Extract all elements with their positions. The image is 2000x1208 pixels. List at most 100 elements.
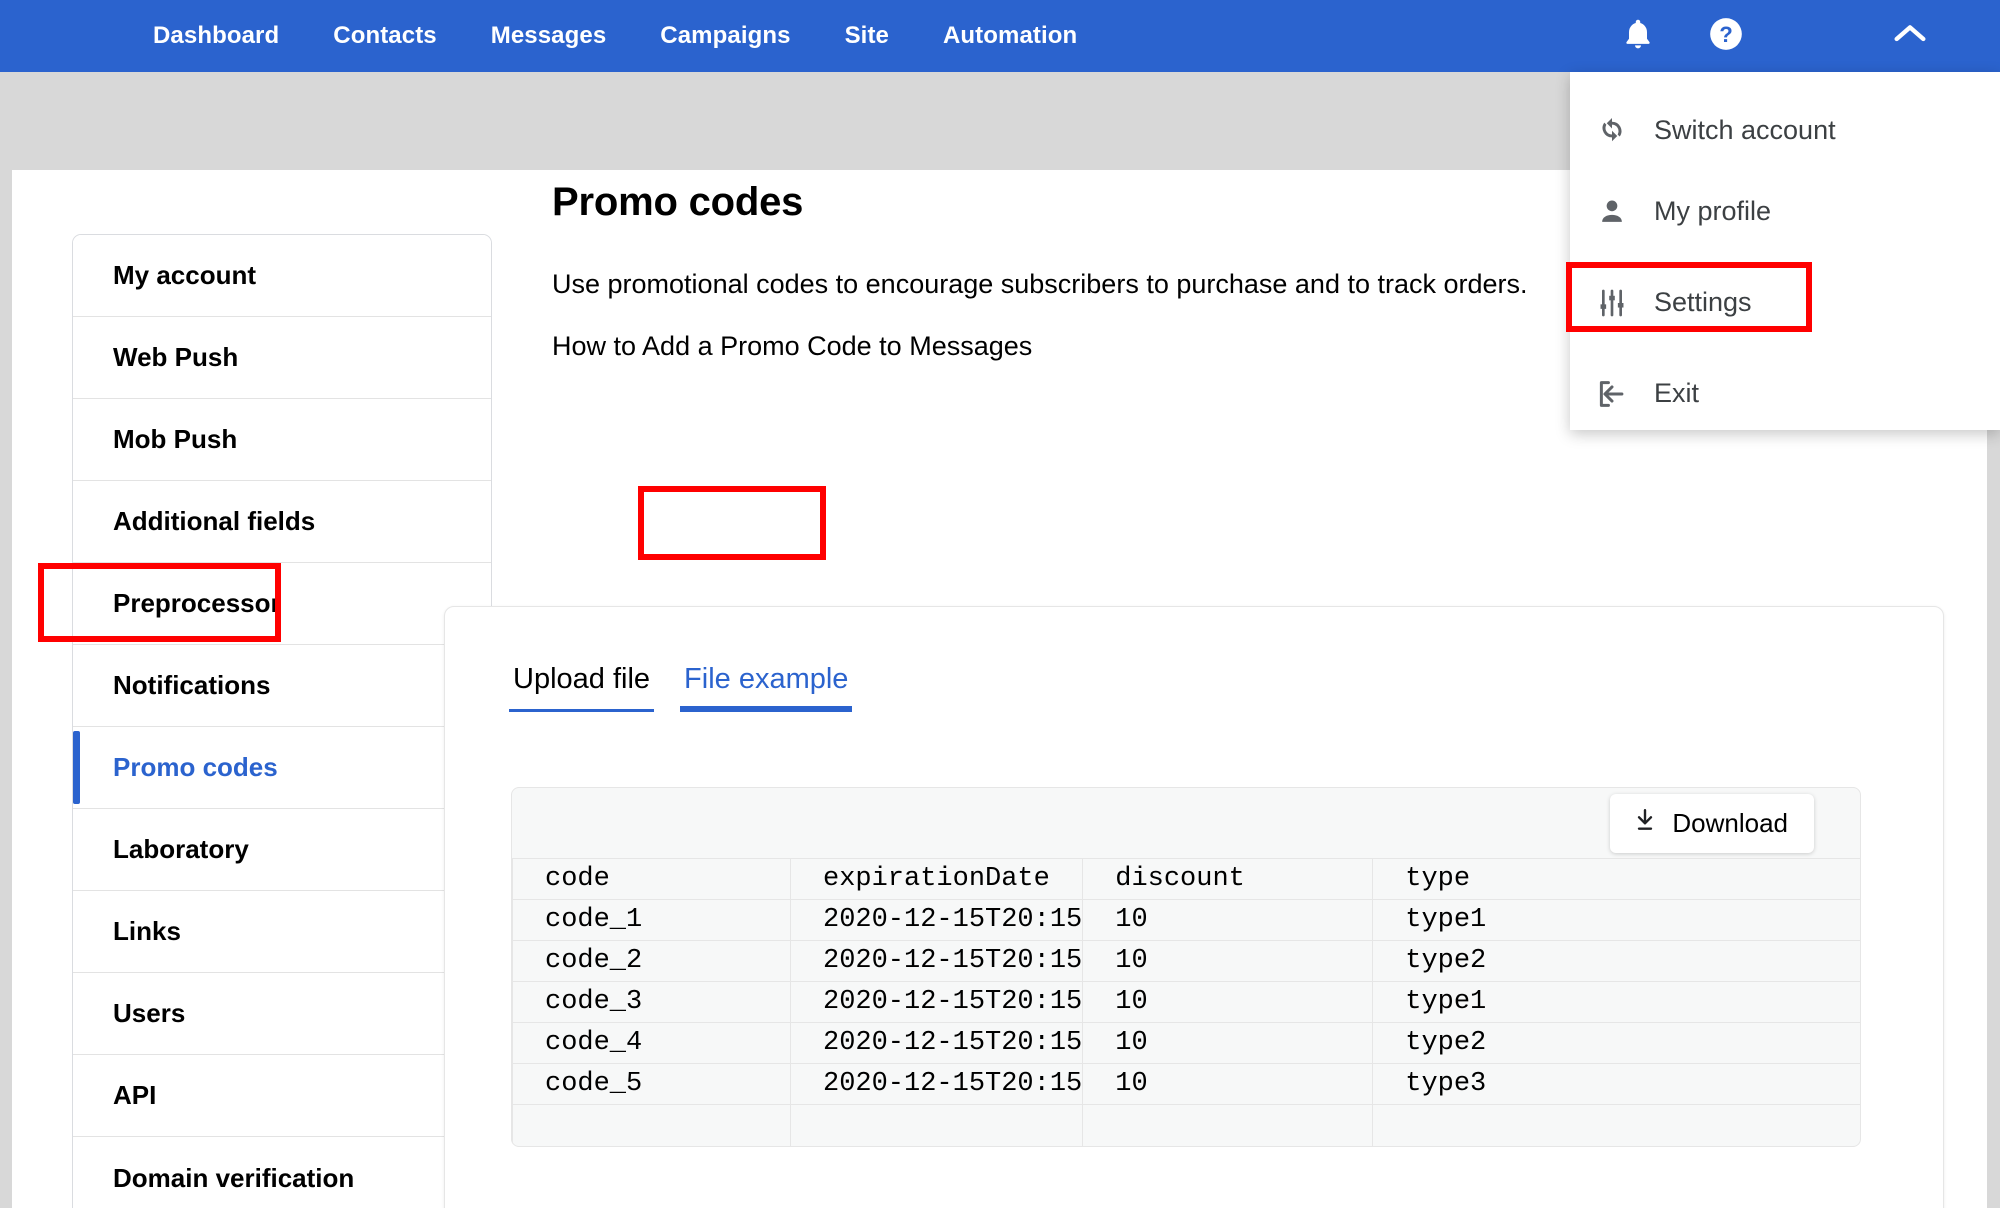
cell-code: code_3	[512, 981, 791, 1023]
sidebar-item-links[interactable]: Links	[73, 891, 491, 973]
sidebar-item-mob-push[interactable]: Mob Push	[73, 399, 491, 481]
column-header-code: code	[512, 858, 791, 900]
logout-icon	[1570, 377, 1654, 411]
promo-codes-panel: Upload file File example Download code e…	[444, 606, 1944, 1208]
panel-tabs: Upload file File example	[509, 663, 853, 712]
sidebar-item-preprocessor[interactable]: Preprocessor	[73, 563, 491, 645]
table-row: code_1 2020-12-15T20:15 10 type1	[512, 899, 1860, 941]
svg-text:?: ?	[1719, 22, 1733, 47]
cell-type: type2	[1372, 940, 1860, 982]
cell-expiration: 2020-12-15T20:15	[790, 1022, 1084, 1064]
sidebar-item-label: Notifications	[113, 670, 271, 700]
cell-type: type2	[1372, 1022, 1860, 1064]
table-head: code expirationDate discount type	[512, 858, 1860, 900]
sidebar-item-label: Additional fields	[113, 506, 316, 536]
tab-underline-active	[680, 706, 853, 712]
tab-underline	[509, 709, 655, 712]
sidebar-item-users[interactable]: Users	[73, 973, 491, 1055]
nav-item-dashboard[interactable]: Dashboard	[126, 0, 306, 72]
account-menu-toggle[interactable]	[1874, 0, 1946, 72]
help-icon: ?	[1707, 15, 1745, 58]
menu-item-my-profile[interactable]: My profile	[1570, 177, 2000, 246]
table-toolbar: Download	[512, 788, 1860, 858]
sidebar-item-label: API	[113, 1080, 157, 1110]
cell-discount: 10	[1082, 940, 1374, 982]
cell-expiration: 2020-12-15T20:15	[790, 1063, 1084, 1105]
cell-discount: 10	[1082, 981, 1374, 1023]
cell-code	[512, 1104, 791, 1146]
sync-icon	[1570, 114, 1654, 148]
table-body: code_1 2020-12-15T20:15 10 type1 code_2 …	[512, 899, 1860, 1146]
cell-code: code_1	[512, 899, 791, 941]
menu-item-settings[interactable]: Settings	[1570, 268, 2000, 337]
chevron-up-icon	[1890, 21, 1930, 52]
sidebar-item-label: Mob Push	[113, 424, 238, 454]
sidebar-item-api[interactable]: API	[73, 1055, 491, 1137]
tab-label: File example	[684, 663, 849, 695]
menu-item-label: My profile	[1654, 196, 1772, 226]
sidebar-item-domain-verification[interactable]: Domain verification	[73, 1137, 491, 1208]
sidebar-item-label: Promo codes	[113, 752, 278, 782]
sidebar-item-label: Users	[113, 998, 186, 1028]
notifications-button[interactable]	[1602, 0, 1674, 72]
cell-code: code_5	[512, 1063, 791, 1105]
cell-discount: 10	[1082, 1063, 1374, 1105]
sidebar-item-label: My account	[113, 260, 257, 290]
menu-item-exit[interactable]: Exit	[1570, 359, 2000, 428]
table-row: code_3 2020-12-15T20:15 10 type1	[512, 981, 1860, 1023]
file-example-table: code expirationDate discount type code_1…	[512, 858, 1860, 1146]
nav-item-automation[interactable]: Automation	[916, 0, 1104, 72]
sidebar-item-laboratory[interactable]: Laboratory	[73, 809, 491, 891]
sidebar-item-web-push[interactable]: Web Push	[73, 317, 491, 399]
nav-item-site[interactable]: Site	[818, 0, 916, 72]
download-button[interactable]: Download	[1610, 793, 1814, 853]
menu-item-label: Exit	[1654, 378, 1700, 408]
sidebar-item-promo-codes[interactable]: Promo codes	[73, 727, 491, 809]
account-dropdown-menu: Switch account My profile Settings Exit	[1570, 72, 2000, 430]
cell-type: type1	[1372, 899, 1860, 941]
download-label: Download	[1672, 807, 1788, 838]
table-header-row: code expirationDate discount type	[512, 858, 1860, 900]
menu-item-label: Settings	[1654, 287, 1752, 317]
sidebar-item-additional-fields[interactable]: Additional fields	[73, 481, 491, 563]
nav-item-messages[interactable]: Messages	[464, 0, 634, 72]
sliders-icon	[1570, 287, 1654, 319]
cell-type: type3	[1372, 1063, 1860, 1105]
top-navigation-bar: Dashboard Contacts Messages Campaigns Si…	[0, 0, 2000, 72]
cell-discount: 10	[1082, 899, 1374, 941]
menu-item-switch-account[interactable]: Switch account	[1570, 96, 2000, 165]
cell-type: type1	[1372, 981, 1860, 1023]
sidebar-item-notifications[interactable]: Notifications	[73, 645, 491, 727]
download-icon	[1632, 807, 1658, 840]
primary-nav: Dashboard Contacts Messages Campaigns Si…	[126, 0, 1104, 72]
bell-icon	[1620, 15, 1656, 58]
nav-item-campaigns[interactable]: Campaigns	[633, 0, 817, 72]
sidebar-item-label: Domain verification	[113, 1162, 355, 1193]
sidebar-item-my-account[interactable]: My account	[73, 235, 491, 317]
cell-type	[1372, 1104, 1860, 1146]
table-row: code_4 2020-12-15T20:15 10 type2	[512, 1022, 1860, 1064]
settings-sidebar: My account Web Push Mob Push Additional …	[72, 234, 492, 1208]
tab-upload-file[interactable]: Upload file	[509, 663, 655, 712]
table-row: code_2 2020-12-15T20:15 10 type2	[512, 940, 1860, 982]
cell-expiration: 2020-12-15T20:15	[790, 940, 1084, 982]
cell-code: code_4	[512, 1022, 791, 1064]
cell-expiration	[790, 1104, 1084, 1146]
column-header-discount: discount	[1082, 858, 1374, 900]
tab-file-example[interactable]: File example	[680, 663, 853, 712]
cell-expiration: 2020-12-15T20:15	[790, 899, 1084, 941]
cell-discount: 10	[1082, 1022, 1374, 1064]
table-row: code_5 2020-12-15T20:15 10 type3	[512, 1063, 1860, 1105]
table-row	[512, 1104, 1860, 1146]
page-description: Use promotional codes to encourage subsc…	[552, 269, 1528, 299]
sidebar-item-label: Preprocessor	[113, 588, 281, 618]
column-header-type: type	[1372, 858, 1860, 900]
menu-item-label: Switch account	[1654, 115, 1836, 145]
file-example-table-container: Download code expirationDate discount ty…	[511, 787, 1861, 1147]
topbar-actions: ?	[1602, 0, 2000, 72]
sidebar-item-label: Web Push	[113, 342, 239, 372]
help-button[interactable]: ?	[1690, 0, 1762, 72]
nav-item-contacts[interactable]: Contacts	[306, 0, 463, 72]
tab-label: Upload file	[513, 663, 651, 695]
cell-expiration: 2020-12-15T20:15	[790, 981, 1084, 1023]
